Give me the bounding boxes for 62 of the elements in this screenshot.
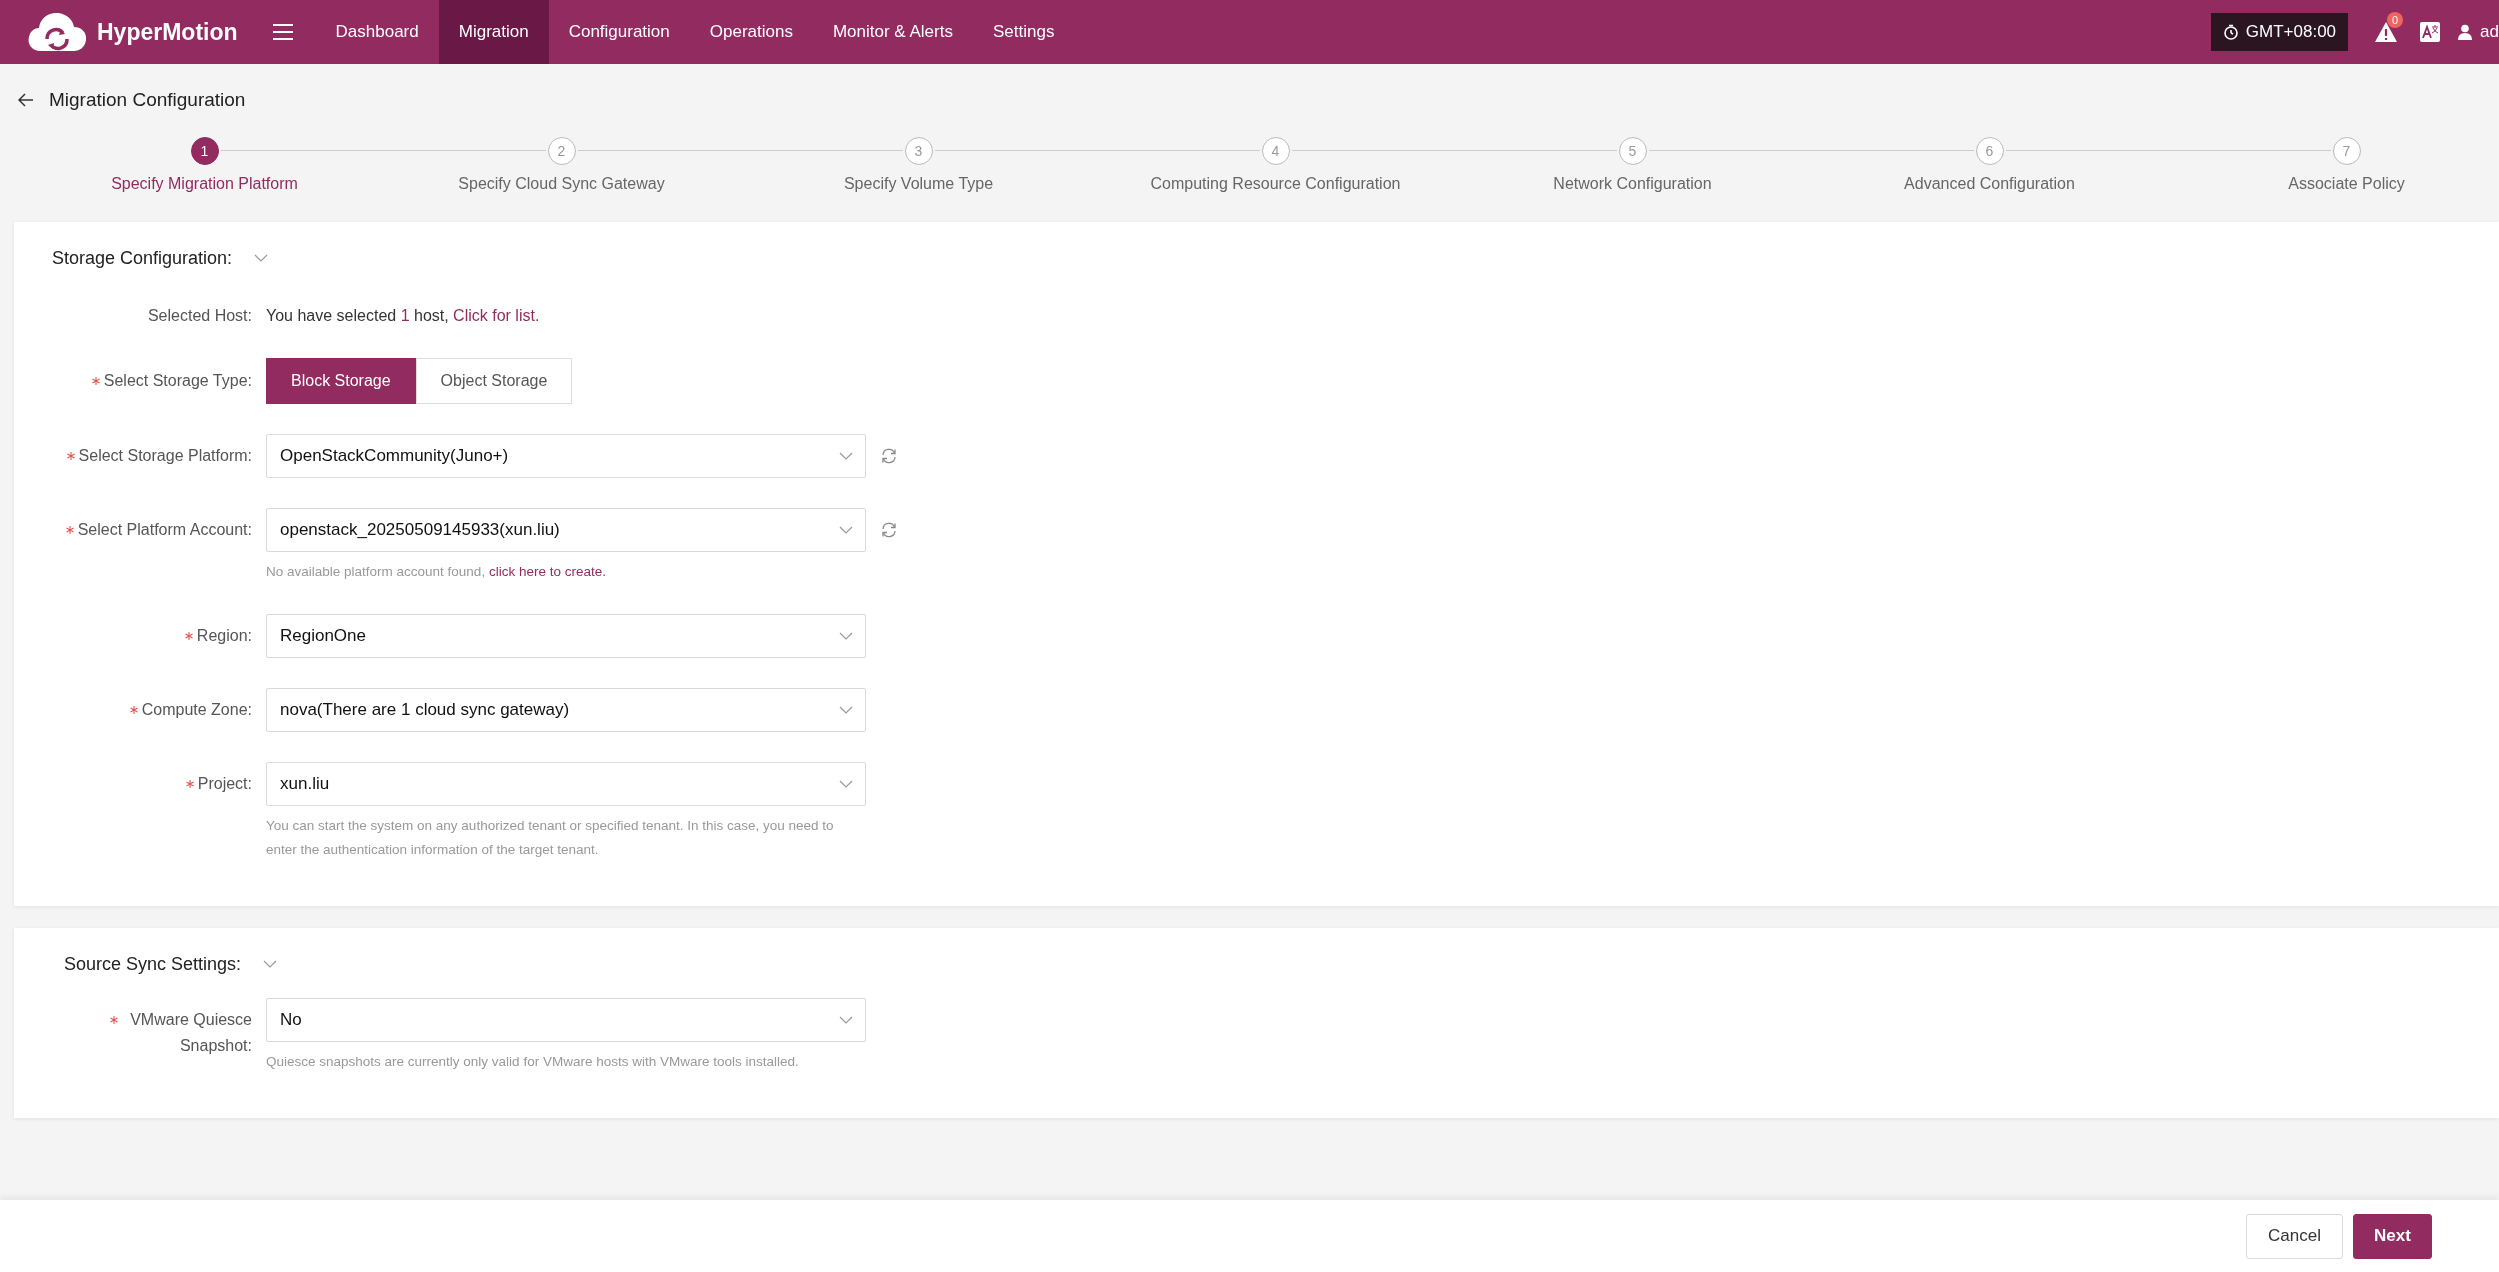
alert-count-badge: 0 (2387, 12, 2404, 28)
user-name[interactable]: ad (2480, 22, 2499, 42)
step-number: 5 (1618, 137, 1647, 165)
hint-text: Quiesce snapshots are currently only valid for VMware hosts with VMware tools installed. (266, 1053, 800, 1071)
storage-type-option[interactable]: Object Storage (415, 358, 573, 404)
field-label: Select Storage Platform: (78, 446, 252, 466)
nav-tab[interactable]: Monitor & Alerts (812, 0, 973, 64)
create-account-link[interactable]: click here to create. (488, 564, 606, 579)
step-label: Specify Cloud Sync Gateway (458, 175, 665, 193)
step-number: 6 (1975, 137, 2004, 165)
step-label: Advanced Configuration (1904, 175, 2075, 193)
dropdown-field[interactable]: OpenStackCommunity(Juno+) (266, 434, 866, 478)
step-label: Specify Volume Type (843, 175, 994, 193)
field-label: Select Storage Type: (103, 371, 252, 391)
hint-text: No available platform account found, click here to create. (266, 563, 607, 581)
cancel-button[interactable]: Cancel (2246, 1213, 2343, 1259)
chevron-down-icon (839, 632, 853, 640)
nav-tab[interactable]: Migration (438, 0, 549, 64)
field-label: Select Platform Account: (77, 520, 252, 540)
back-arrow-icon (18, 93, 34, 107)
selected-host-text: You have selected 1 host, Click for list. (266, 306, 540, 326)
field-label: Compute Zone: (141, 700, 252, 720)
section-title: Storage Configuration: (52, 247, 233, 269)
storage-type-option[interactable]: Block Storage (266, 358, 416, 404)
translate-icon (2420, 22, 2441, 42)
dropdown-field[interactable]: No (266, 998, 866, 1042)
field-label: VMware Quiesce Snapshot: (129, 1010, 252, 1056)
chevron-down-icon (839, 1016, 853, 1024)
nav-tab[interactable]: Settings (972, 0, 1075, 64)
step-number: 1 (190, 137, 219, 165)
field-label: Project: (197, 774, 252, 794)
step-label: Specify Migration Platform (111, 175, 298, 193)
chevron-down-icon (839, 706, 853, 714)
step-number: 2 (547, 137, 576, 165)
section-title: Source Sync Settings: (64, 953, 242, 975)
chevron-down-icon (839, 780, 853, 788)
stopwatch-icon (2222, 24, 2239, 40)
dropdown-field[interactable]: openstack_20250509145933(xun.liu) (266, 508, 866, 552)
step-label: Associate Policy (2288, 175, 2405, 193)
next-button[interactable]: Next (2353, 1213, 2432, 1259)
chevron-down-icon (839, 526, 853, 534)
hint-text: You can start the system on any authorized tenant or specified tenant. In this case, you need to enter the authentication information of the target tenant. (266, 817, 835, 859)
user-icon (2458, 24, 2473, 40)
menu-icon (271, 23, 294, 41)
step-number: 7 (2332, 137, 2361, 165)
step-label: Network Configuration (1553, 175, 1712, 193)
field-label: Selected Host: (147, 306, 252, 326)
dropdown-field[interactable]: xun.liu (266, 762, 866, 806)
nav-tab[interactable]: Operations (689, 0, 813, 64)
click-for-list-link[interactable]: Click for list. (453, 307, 540, 324)
field-label: Region: (196, 626, 252, 646)
timezone-button[interactable]: GMT+08:00 (2210, 13, 2349, 51)
nav-tab[interactable]: Configuration (548, 0, 690, 64)
step-label: Computing Resource Configuration (1150, 175, 1401, 193)
dropdown-field[interactable]: nova(There are 1 cloud sync gateway) (266, 688, 866, 732)
dropdown-field[interactable]: RegionOne (266, 614, 866, 658)
nav-tab[interactable]: Dashboard (315, 0, 439, 64)
chevron-down-icon (839, 452, 853, 460)
page-title: Migration Configuration (49, 89, 246, 111)
step-number: 3 (904, 137, 933, 165)
brand-name: HyperMotion (97, 18, 238, 46)
step-number: 4 (1261, 137, 1290, 165)
